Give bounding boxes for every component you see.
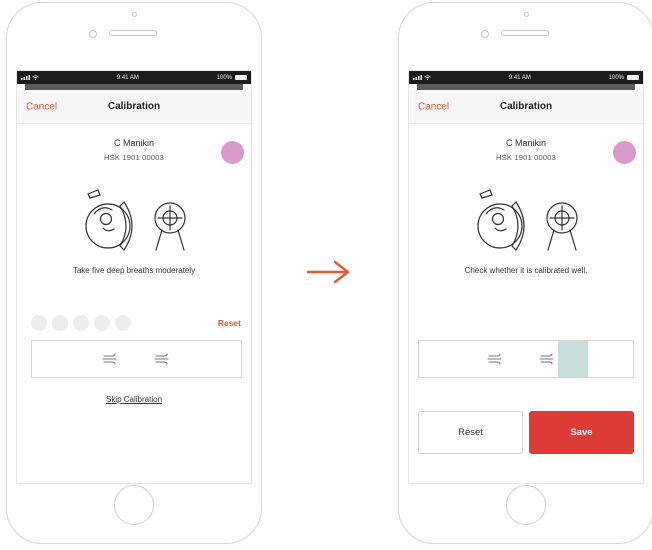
status-bar: 9:41 AM 100%	[17, 71, 251, 84]
device-serial: HSK 1901 00003	[496, 153, 556, 162]
skip-calibration-link[interactable]: Skip Calibration	[17, 395, 251, 404]
action-buttons: Reset Save	[418, 411, 634, 454]
phone-frame-left: 9:41 AM 100% Cancel Calibration C Maniki…	[6, 2, 262, 544]
breath-wave-icon	[102, 353, 117, 365]
signal-indicator	[21, 75, 39, 80]
breath-wave-icon	[539, 353, 554, 365]
device-color-indicator	[221, 141, 244, 164]
cancel-button[interactable]: Cancel	[26, 101, 57, 112]
cancel-button[interactable]: Cancel	[418, 101, 449, 112]
device-serial: HSK 1901 00003	[104, 153, 164, 162]
wifi-icon	[424, 75, 431, 80]
battery-icon	[235, 75, 247, 80]
save-button[interactable]: Save	[529, 411, 634, 454]
breath-wave-icon	[487, 353, 502, 365]
breath-progress	[31, 315, 131, 331]
home-button[interactable]	[506, 485, 546, 525]
page-title: Calibration	[499, 101, 553, 112]
nav-bar: Cancel Calibration	[17, 90, 251, 124]
device-name: C Manikin	[113, 138, 154, 148]
status-bar: 9:41 AM 100%	[409, 71, 643, 84]
progress-dot	[115, 315, 131, 331]
phone-frame-right: 9:41 AM 100% Cancel Calibration C Maniki…	[398, 2, 652, 544]
device-info: C Manikin HSK 1901 00003	[17, 138, 251, 164]
flow-arrow-icon	[306, 260, 350, 284]
breath-monitor	[31, 340, 242, 378]
progress-dot	[73, 315, 89, 331]
progress-row: Reset	[17, 315, 251, 331]
reset-button[interactable]: Reset	[218, 318, 241, 328]
battery-percent: 100%	[216, 74, 232, 81]
battery-icon	[627, 75, 639, 80]
instruction-text: Take five deep breaths moderately	[72, 266, 196, 275]
status-time: 9:41 AM	[116, 74, 139, 81]
speaker-grille	[109, 30, 157, 36]
breath-wave-icon	[154, 353, 169, 365]
screen-left: 9:41 AM 100% Cancel Calibration C Maniki…	[16, 70, 252, 484]
device-info: C Manikin HSK 1901 00003	[409, 138, 643, 164]
status-time: 9:41 AM	[508, 74, 531, 81]
signal-icon	[21, 75, 30, 80]
progress-dot	[31, 315, 47, 331]
camera-dot	[524, 12, 529, 17]
speaker-grille	[501, 30, 549, 36]
progress-dot	[94, 315, 110, 331]
home-button[interactable]	[114, 485, 154, 525]
signal-indicator	[413, 75, 431, 80]
reset-button[interactable]: Reset	[418, 411, 523, 454]
page-title: Calibration	[107, 101, 161, 112]
front-sensor	[89, 30, 97, 38]
signal-icon	[413, 75, 422, 80]
progress-dot	[52, 315, 68, 331]
calibration-highlight	[558, 341, 588, 377]
camera-dot	[132, 12, 137, 17]
wifi-icon	[32, 75, 39, 80]
front-sensor	[481, 30, 489, 38]
manikin-illustration	[85, 189, 186, 251]
breath-monitor	[418, 340, 634, 378]
device-name: C Manikin	[505, 138, 546, 148]
instruction-text: Check whether it is calibrated well.	[464, 266, 588, 275]
manikin-illustration	[477, 189, 578, 251]
device-color-indicator	[613, 141, 636, 164]
screen-right: 9:41 AM 100% Cancel Calibration C Maniki…	[408, 70, 644, 484]
battery-percent: 100%	[608, 74, 624, 81]
nav-bar: Cancel Calibration	[409, 90, 643, 124]
